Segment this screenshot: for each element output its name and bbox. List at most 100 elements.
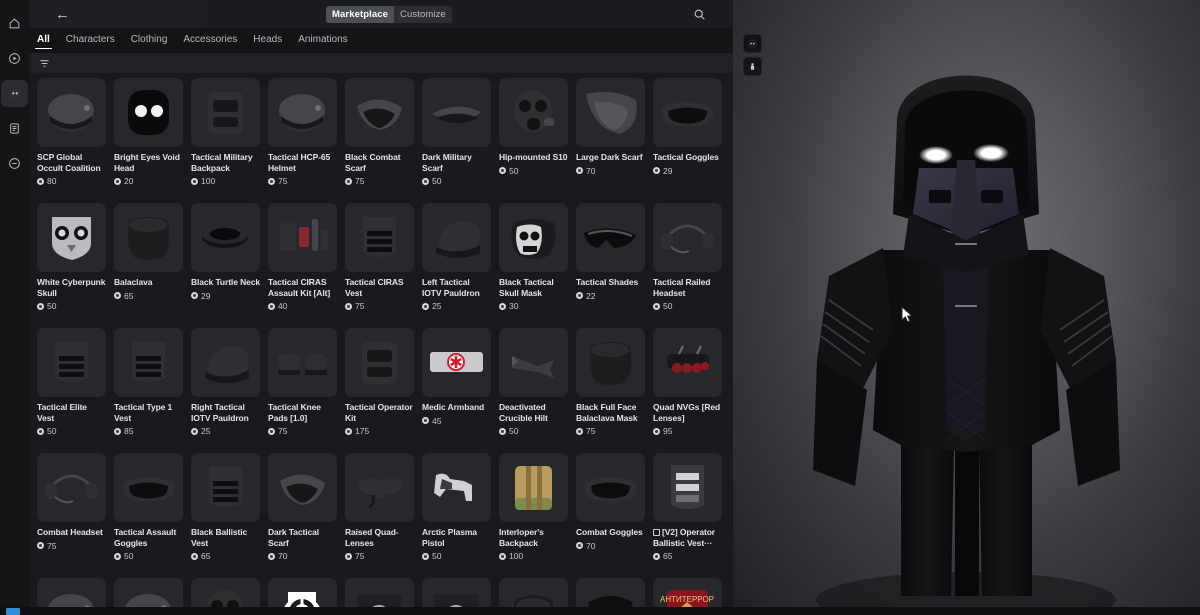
item-card[interactable]: Black Ballistic Vest 65 [187, 453, 264, 578]
item-thumbnail[interactable] [576, 328, 645, 397]
item-thumbnail[interactable] [114, 78, 183, 147]
item-card[interactable]: Tactical HCP-65 Helmet 75 [264, 78, 341, 203]
item-card[interactable]: Raised Quad-Lenses 75 [341, 453, 418, 578]
item-thumbnail[interactable] [114, 203, 183, 272]
sidebar-item-inventory[interactable] [1, 115, 28, 142]
item-card[interactable]: Right Tactical IOTV Pauldron 25 [187, 328, 264, 453]
item-thumbnail[interactable] [37, 203, 106, 272]
item-card[interactable]: Tactical Goggles 29 [649, 78, 726, 203]
item-thumbnail[interactable] [653, 203, 722, 272]
item-card[interactable]: Tactical Type 1 Vest 85 [110, 328, 187, 453]
item-thumbnail[interactable] [499, 328, 568, 397]
tab-clothing[interactable]: Clothing [129, 31, 170, 50]
filter-button[interactable] [37, 56, 51, 70]
item-card[interactable]: Tactical CIRAS Vest 75 [341, 203, 418, 328]
item-thumbnail[interactable] [37, 453, 106, 522]
item-card[interactable]: Left Tactical IOTV Pauldron 25 [418, 203, 495, 328]
item-thumbnail[interactable] [422, 78, 491, 147]
item-card[interactable]: Tactical Military Backpack 100 [187, 78, 264, 203]
body-view-button[interactable] [743, 57, 762, 76]
item-card[interactable]: Tactical Shades 22 [572, 203, 649, 328]
item-thumbnail[interactable] [653, 78, 722, 147]
item-thumbnail[interactable] [345, 203, 414, 272]
item-card[interactable]: Large Dark Scarf 70 [572, 78, 649, 203]
item-card[interactable]: Tactical Elite Vest 50 [33, 328, 110, 453]
item-card[interactable]: Hip-mounted S10 50 [495, 78, 572, 203]
item-thumbnail[interactable] [422, 328, 491, 397]
item-card[interactable]: [V2] Operator Ballistic Vest··· 65 [649, 453, 726, 578]
body-thumbnail-icon [748, 62, 757, 71]
item-thumbnail[interactable] [576, 453, 645, 522]
item-card[interactable]: Combat Headset 75 [33, 453, 110, 578]
item-thumbnail[interactable] [422, 203, 491, 272]
search-button[interactable] [690, 5, 708, 23]
item-thumbnail[interactable] [268, 78, 337, 147]
item-card[interactable]: Combat Goggles 70 [572, 453, 649, 578]
item-card[interactable]: Quad NVGs [Red Lenses] 95 [649, 328, 726, 453]
item-thumbnail[interactable] [422, 453, 491, 522]
item-card[interactable]: Black Combat Scarf 75 [341, 78, 418, 203]
tab-all[interactable]: All [35, 31, 52, 50]
item-thumbnail[interactable] [268, 453, 337, 522]
item-thumbnail[interactable] [268, 328, 337, 397]
item-price: 175 [345, 426, 414, 436]
item-card[interactable]: Arctic Plasma Pistol 50 [418, 453, 495, 578]
item-card[interactable]: Interloper's Backpack 100 [495, 453, 572, 578]
item-card[interactable]: White Cyberpunk Skull 50 [33, 203, 110, 328]
item-price-value: 70 [586, 540, 596, 551]
item-thumbnail[interactable] [114, 453, 183, 522]
item-card[interactable]: Dark Tactical Scarf 70 [264, 453, 341, 578]
item-card[interactable]: Deactivated Crucible Hilt 50 [495, 328, 572, 453]
item-card[interactable]: Balaclava 65 [110, 203, 187, 328]
item-thumbnail[interactable] [576, 78, 645, 147]
item-thumbnail[interactable] [37, 328, 106, 397]
item-card[interactable]: Medic Armband 45 [418, 328, 495, 453]
item-card[interactable]: Tactical Railed Headset 50 [649, 203, 726, 328]
item-thumbnail[interactable] [37, 78, 106, 147]
item-card[interactable]: Tactical CIRAS Assault Kit [Alt] 40 [264, 203, 341, 328]
item-thumbnail[interactable] [345, 453, 414, 522]
sidebar-item-avatar[interactable] [1, 80, 28, 107]
item-card[interactable]: Tactical Operator Kit 175 [341, 328, 418, 453]
item-price-value: 65 [663, 551, 673, 561]
item-thumbnail[interactable] [345, 78, 414, 147]
item-card[interactable]: Dark Military Scarf 50 [418, 78, 495, 203]
tab-heads[interactable]: Heads [251, 31, 284, 50]
back-button[interactable]: ← [55, 7, 70, 22]
item-card[interactable]: Black Turtle Neck 29 [187, 203, 264, 328]
tab-marketplace[interactable]: Marketplace [326, 6, 395, 23]
head-view-button[interactable] [743, 34, 762, 53]
item-thumbnail[interactable] [114, 328, 183, 397]
item-thumbnail[interactable] [345, 328, 414, 397]
item-card[interactable]: SCP Global Occult Coalition 80 [33, 78, 110, 203]
item-thumbnail[interactable] [499, 78, 568, 147]
item-card[interactable]: Black Full Face Balaclava Mask 75 [572, 328, 649, 453]
item-card[interactable]: Black Tactical Skull Mask 30 [495, 203, 572, 328]
item-card[interactable]: Tactical Assault Goggles 50 [110, 453, 187, 578]
robux-price-icon [345, 177, 352, 185]
taskbar-app-icon[interactable] [6, 608, 20, 615]
tab-animations[interactable]: Animations [296, 31, 349, 50]
item-thumbnail[interactable] [499, 203, 568, 272]
avatar-viewport[interactable] [733, 0, 1200, 615]
tab-customize[interactable]: Customize [394, 6, 452, 23]
item-grid-scroll[interactable]: SCP Global Occult Coalition 80 Bright Eye… [29, 73, 733, 615]
item-price-value: 50 [663, 301, 673, 311]
item-card[interactable]: Tactical Knee Pads [1.0] 75 [264, 328, 341, 453]
sidebar-item-discover[interactable] [1, 45, 28, 72]
sidebar-item-more[interactable] [1, 150, 28, 177]
item-thumbnail[interactable] [191, 203, 260, 272]
item-thumbnail[interactable] [191, 78, 260, 147]
tab-characters[interactable]: Characters [64, 31, 117, 50]
item-thumbnail[interactable] [576, 203, 645, 272]
item-thumbnail[interactable] [191, 328, 260, 397]
item-thumbnail[interactable] [653, 453, 722, 522]
sidebar-item-home[interactable] [1, 10, 28, 37]
item-card[interactable]: Bright Eyes Void Head 20 [110, 78, 187, 203]
item-price-value: 100 [509, 551, 524, 561]
item-thumbnail[interactable] [191, 453, 260, 522]
tab-accessories[interactable]: Accessories [181, 31, 239, 50]
item-thumbnail[interactable] [499, 453, 568, 522]
item-thumbnail[interactable] [268, 203, 337, 272]
item-thumbnail[interactable] [653, 328, 722, 397]
